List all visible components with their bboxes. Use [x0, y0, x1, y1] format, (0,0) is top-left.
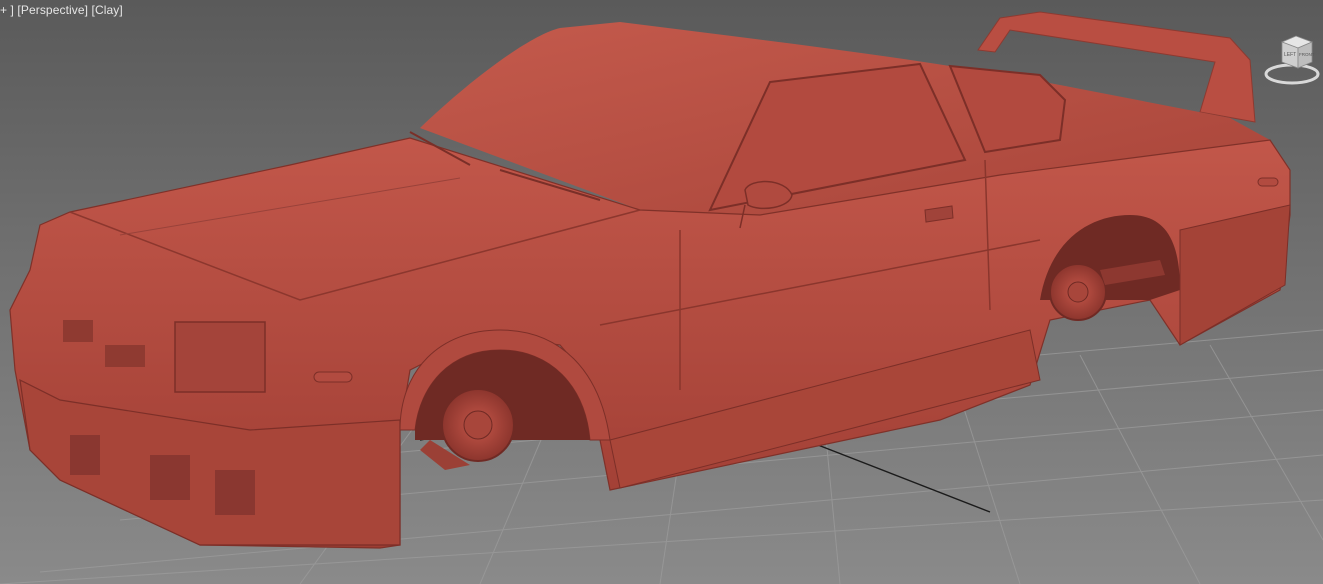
viewport-scene[interactable]	[0, 0, 1323, 584]
grille-slot-1	[63, 320, 93, 342]
viewport-label: + ] [Perspective] [Clay]	[0, 3, 123, 17]
view-mode-label[interactable]: Perspective	[21, 3, 85, 17]
rear-hub	[1067, 281, 1089, 303]
front-hub	[463, 410, 493, 440]
viewport-menu-plus[interactable]: +	[0, 3, 7, 17]
front-side-marker	[313, 371, 353, 383]
viewcube-left-text: LEFT	[1284, 52, 1296, 58]
bumper-vent-1	[70, 435, 100, 475]
shading-mode-label[interactable]: Clay	[95, 3, 119, 17]
bumper-vent-3	[215, 470, 255, 515]
viewcube-ring[interactable]	[1264, 63, 1320, 85]
rear-side-marker	[1257, 177, 1279, 187]
viewport-3d[interactable]: + ] [Perspective] [Clay] LEFT FRONT	[0, 0, 1323, 584]
bumper-vent-2	[150, 455, 190, 500]
headlight-left	[174, 321, 266, 393]
viewcube-front-text: FRONT	[1299, 52, 1315, 57]
viewcube-icon[interactable]: LEFT FRONT	[1260, 32, 1320, 88]
rear-bumper	[1179, 204, 1291, 346]
grille-slot-2	[105, 345, 145, 367]
car-model[interactable]	[9, 11, 1291, 549]
